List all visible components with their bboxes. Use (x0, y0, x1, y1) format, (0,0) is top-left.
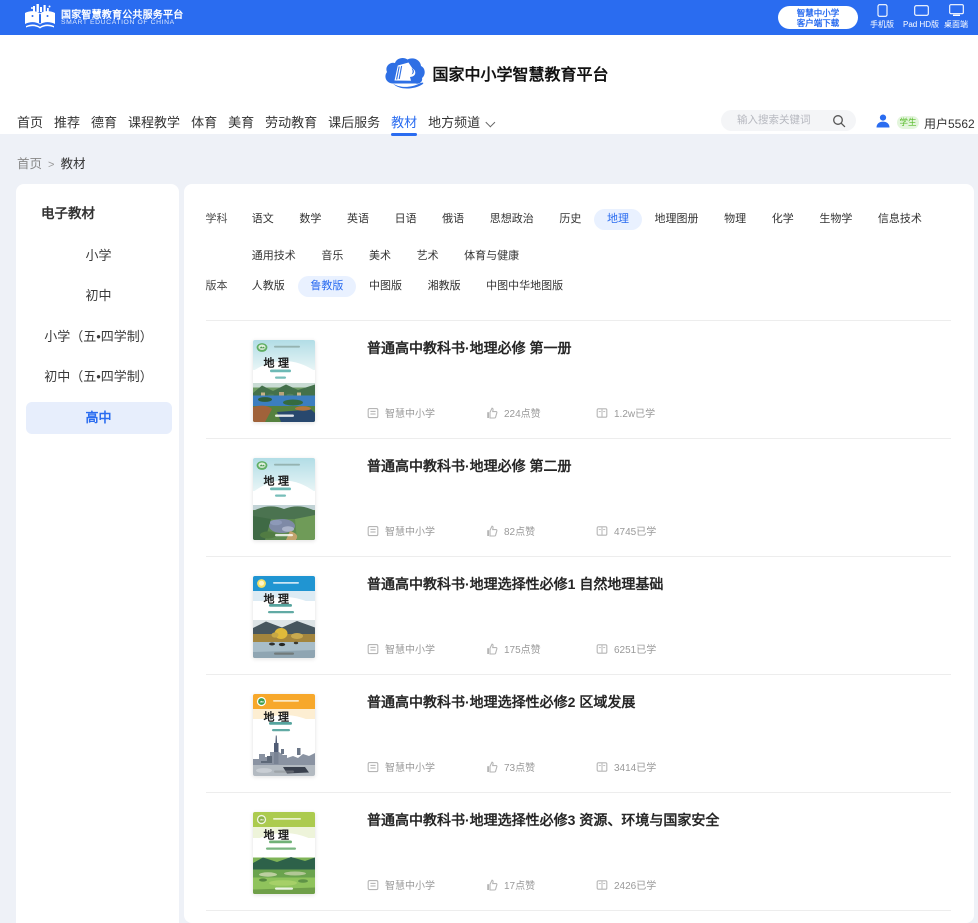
svg-text:地理: 地理 (264, 828, 293, 842)
svg-text:地理: 地理 (264, 592, 293, 606)
svg-text:地理: 地理 (264, 710, 293, 724)
svg-text:地理: 地理 (264, 474, 293, 488)
svg-text:地理: 地理 (264, 356, 293, 370)
